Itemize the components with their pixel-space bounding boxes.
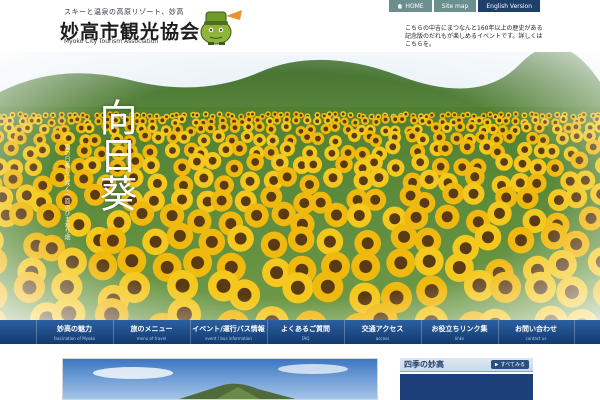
nav-item-label: よくあるご質問: [281, 324, 330, 333]
nav-item-sublabel: links: [454, 335, 465, 341]
main-navigation: 妙高の魅力 fascination of Myoko 旅のメニュー menu of t…: [0, 320, 600, 344]
nav-item-label: お役立ちリンク集: [431, 324, 488, 333]
site-header: スキーと温泉の高原リゾート、妙高 妙高市観光協会 Myoko City Tour…: [0, 0, 600, 52]
content-area: 四季の妙高 すべてみる: [0, 344, 600, 400]
view-all-label: すべてみる: [500, 362, 525, 368]
view-all-button[interactable]: すべてみる: [490, 360, 529, 369]
english-version-button[interactable]: English Version: [478, 0, 540, 12]
hero-poem: 夏の日差しに咲く一面のひまわり畑: [63, 144, 70, 240]
nav-item-label: 交通アクセス: [361, 324, 404, 333]
nav-item-sublabel: event / bus information: [205, 335, 252, 341]
sitemap-button[interactable]: Site map: [433, 0, 477, 12]
nav-item-sublabel: contact us: [525, 335, 547, 341]
site-tagline: スキーと温泉の高原リゾート、妙高: [64, 8, 184, 16]
nav-item-label: 旅のメニュー: [130, 324, 173, 333]
arrow-right-icon: [494, 362, 499, 367]
hero-caption: 向日葵: [93, 98, 137, 212]
home-button-label: HOME: [405, 2, 424, 10]
nav-item-sublabel: access: [375, 335, 390, 341]
nav-item-6[interactable]: お問い合わせ contact us: [497, 320, 575, 344]
header-notice-link[interactable]: こちらの中吉にまつなんと160年以上の歴史がある記念版のだれもが楽しめるイベント…: [405, 25, 545, 49]
nav-item-2[interactable]: イベント/運行バス情報 event / bus information: [189, 320, 267, 344]
seasons-thumbnail[interactable]: [400, 374, 533, 400]
sunflower-field-image: [0, 52, 600, 320]
featured-mountain-photo[interactable]: [62, 358, 378, 400]
nav-item-sublabel: fascination of Myoko: [53, 335, 96, 341]
utility-nav: HOME Site map English Version: [389, 0, 540, 12]
seasons-section-header: 四季の妙高 すべてみる: [400, 358, 533, 372]
nav-item-sublabel: FAQ: [301, 335, 310, 341]
home-button[interactable]: HOME: [389, 0, 432, 12]
nav-item-4[interactable]: 交通アクセス access: [343, 320, 421, 344]
mascot-character-icon: [200, 10, 242, 45]
nav-item-3[interactable]: よくあるご質問 FAQ: [266, 320, 344, 344]
mountain-landscape-image: [63, 359, 377, 399]
home-icon: [397, 3, 403, 9]
nav-item-label: 妙高の魅力: [57, 324, 92, 333]
nav-item-5[interactable]: お役立ちリンク集 links: [420, 320, 498, 344]
nav-item-label: お問い合わせ: [515, 324, 557, 333]
nav-item-label: イベント/運行バス情報: [192, 324, 265, 333]
hero-banner: 向日葵 夏の日差しに咲く一面のひまわり畑: [0, 52, 600, 320]
nav-item-0[interactable]: 妙高の魅力 fascination of Myoko: [35, 320, 113, 344]
nav-item-1[interactable]: 旅のメニュー menu of travel: [112, 320, 190, 344]
nav-item-sublabel: menu of travel: [136, 335, 167, 341]
seasons-section-title: 四季の妙高: [404, 359, 444, 369]
site-subtitle: Myoko City Tourism Association: [64, 38, 159, 45]
